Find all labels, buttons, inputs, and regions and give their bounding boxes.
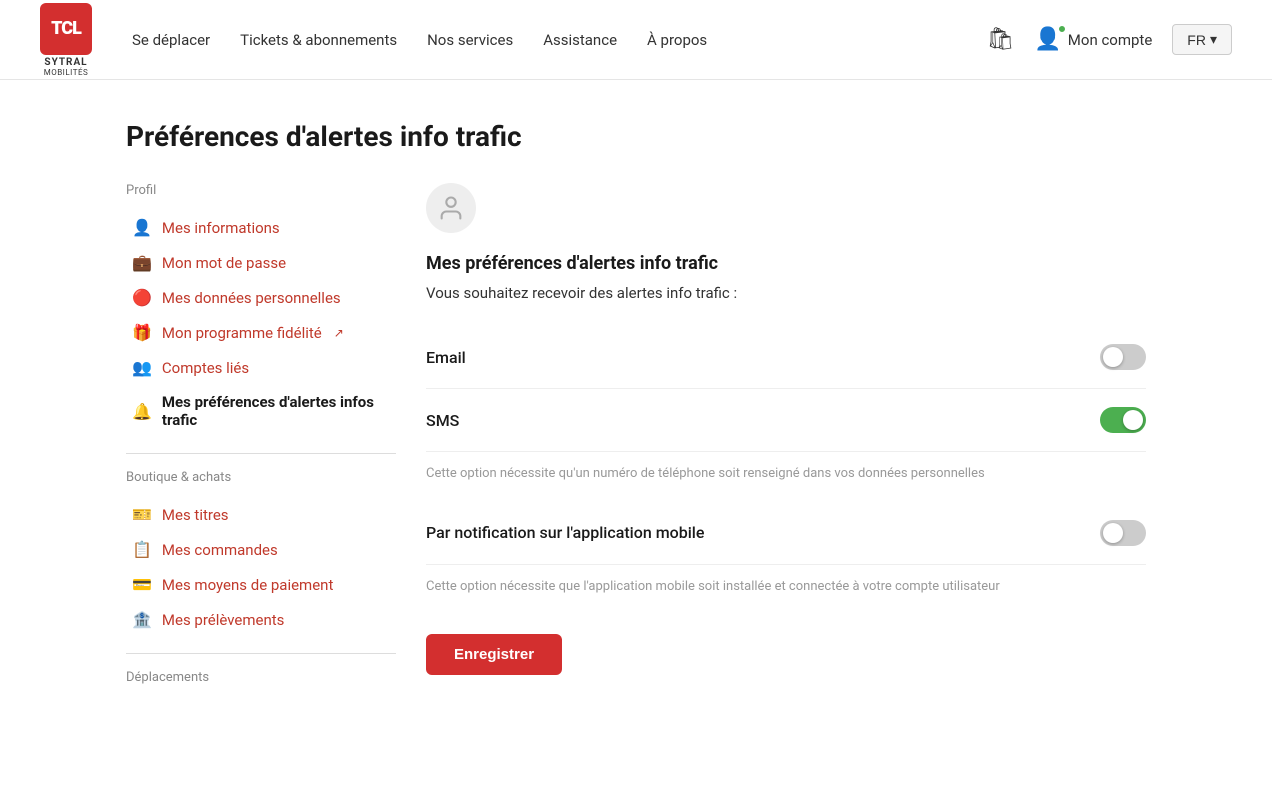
save-button[interactable]: Enregistrer [426, 634, 562, 675]
data-icon: 🔴 [132, 288, 152, 307]
payment-icon: 💳 [132, 575, 152, 594]
account-status-dot [1058, 25, 1066, 33]
toggle-left-notif: Par notification sur l'application mobil… [426, 523, 1100, 542]
orders-icon: 📋 [132, 540, 152, 559]
sidebar-label-mot-de-passe: Mon mot de passe [162, 254, 286, 272]
sidebar-label-mes-titres: Mes titres [162, 506, 229, 524]
main-panel: Mes préférences d'alertes info trafic Vo… [426, 183, 1146, 675]
sidebar-item-moyens-paiement[interactable]: 💳 Mes moyens de paiement [126, 567, 396, 602]
sidebar-item-programme-fidelite[interactable]: 🎁 Mon programme fidélité ↗ [126, 315, 396, 350]
gift-icon: 🎁 [132, 323, 152, 342]
toggle-email-thumb [1103, 347, 1123, 367]
toggle-row-email: Email [426, 326, 1146, 389]
sidebar-item-comptes-lies[interactable]: 👥 Comptes liés [126, 350, 396, 385]
toggle-row-notif: Par notification sur l'application mobil… [426, 502, 1146, 565]
bank-icon: 🏦 [132, 610, 152, 629]
sidebar-item-mes-informations[interactable]: 👤 Mes informations [126, 210, 396, 245]
nav-nos-services[interactable]: Nos services [427, 31, 513, 49]
sidebar-item-prelevements[interactable]: 🏦 Mes prélèvements [126, 602, 396, 637]
header-right: 🛍 👤 Mon compte FR ▾ [986, 24, 1232, 55]
sidebar-label-alertes-trafic: Mes préférences d'alertes infos trafic [162, 393, 390, 429]
toggle-sms[interactable] [1100, 407, 1146, 433]
nav-a-propos[interactable]: À propos [647, 31, 707, 49]
page-title: Préférences d'alertes info trafic [126, 120, 1146, 153]
sidebar-section-boutique: Boutique & achats [126, 470, 396, 485]
sidebar-label-donnees-personnelles: Mes données personnelles [162, 289, 341, 307]
logo[interactable]: TCL SYTRAL MOBILITÉS [40, 3, 92, 77]
account-icon-wrap: 👤 [1034, 27, 1061, 52]
sidebar-divider-2 [126, 653, 396, 654]
profile-avatar [426, 183, 476, 233]
sidebar-item-mot-de-passe[interactable]: 💼 Mon mot de passe [126, 245, 396, 280]
notif-note: Cette option nécessite que l'application… [426, 565, 1146, 615]
account-label: Mon compte [1068, 31, 1153, 49]
accounts-icon: 👥 [132, 358, 152, 377]
sidebar-item-alertes-trafic[interactable]: 🔔 Mes préférences d'alertes infos trafic [126, 385, 396, 437]
sidebar-label-moyens-paiement: Mes moyens de paiement [162, 576, 333, 594]
nav-tickets[interactable]: Tickets & abonnements [240, 31, 397, 49]
toggle-left-email: Email [426, 348, 1100, 367]
sidebar-item-mes-commandes[interactable]: 📋 Mes commandes [126, 532, 396, 567]
ticket-icon: 🎫 [132, 505, 152, 524]
sidebar-section-profil: Profil [126, 183, 396, 198]
nav-assistance[interactable]: Assistance [543, 31, 617, 49]
toggle-notif[interactable] [1100, 520, 1146, 546]
logo-icon: TCL [40, 3, 92, 55]
sms-note: Cette option nécessite qu'un numéro de t… [426, 452, 1146, 502]
sidebar-label-mes-commandes: Mes commandes [162, 541, 278, 559]
cart-icon[interactable]: 🛍 [986, 27, 1014, 52]
user-icon: 👤 [132, 218, 152, 237]
lang-label: FR [1187, 32, 1206, 48]
account-button[interactable]: 👤 Mon compte [1034, 27, 1152, 52]
toggle-sms-thumb [1123, 410, 1143, 430]
toggle-left-sms: SMS [426, 411, 1100, 430]
sidebar-section-deplacements: Déplacements [126, 670, 396, 685]
brand-sub: MOBILITÉS [44, 68, 89, 77]
bell-icon: 🔔 [132, 402, 152, 421]
toggle-notif-thumb [1103, 523, 1123, 543]
toggle-row-sms: SMS [426, 389, 1146, 452]
main-nav: Se déplacer Tickets & abonnements Nos se… [132, 31, 986, 49]
toggle-email[interactable] [1100, 344, 1146, 370]
nav-se-deplacer[interactable]: Se déplacer [132, 31, 210, 49]
content-layout: Profil 👤 Mes informations 💼 Mon mot de p… [126, 183, 1146, 697]
sidebar-label-comptes-lies: Comptes liés [162, 359, 249, 377]
sidebar-label-mes-informations: Mes informations [162, 219, 280, 237]
sidebar-divider-1 [126, 453, 396, 454]
sidebar-label-programme-fidelite: Mon programme fidélité [162, 324, 322, 342]
brand-name: SYTRAL [44, 57, 87, 68]
password-icon: 💼 [132, 253, 152, 272]
toggle-label-notif: Par notification sur l'application mobil… [426, 523, 1100, 542]
external-link-icon: ↗ [334, 326, 344, 340]
toggle-label-sms: SMS [426, 411, 1100, 430]
main-section-title: Mes préférences d'alertes info trafic [426, 253, 1146, 274]
main-intro-text: Vous souhaitez recevoir des alertes info… [426, 284, 1146, 302]
toggle-label-email: Email [426, 348, 1100, 367]
sidebar-item-donnees-personnelles[interactable]: 🔴 Mes données personnelles [126, 280, 396, 315]
language-selector[interactable]: FR ▾ [1172, 24, 1232, 55]
sidebar-item-mes-titres[interactable]: 🎫 Mes titres [126, 497, 396, 532]
chevron-down-icon: ▾ [1210, 31, 1217, 48]
page-container: Préférences d'alertes info trafic Profil… [86, 80, 1186, 737]
sidebar-label-prelevements: Mes prélèvements [162, 611, 285, 629]
sidebar: Profil 👤 Mes informations 💼 Mon mot de p… [126, 183, 396, 697]
